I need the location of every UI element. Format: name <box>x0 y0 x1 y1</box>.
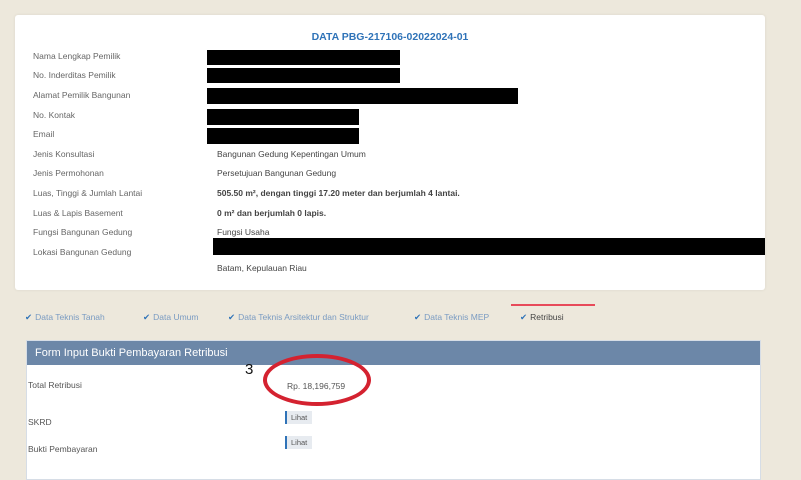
check-icon: ✔ <box>25 312 33 322</box>
value-application-type: Persetujuan Bangunan Gedung <box>217 168 337 178</box>
label-skrd: SKRD <box>28 417 52 427</box>
active-tab-indicator <box>511 304 595 306</box>
redaction-owner-address <box>207 88 518 104</box>
value-area-height-floors: 505.50 m², dengan tinggi 17.20 meter dan… <box>217 188 460 198</box>
tab-data-umum[interactable]: ✔ Data Umum <box>143 312 198 323</box>
check-icon: ✔ <box>143 312 151 322</box>
form-title: Form Input Bukti Pembayaran Retribusi <box>27 341 760 365</box>
tab-data-teknis-arsitektur[interactable]: ✔ Data Teknis Arsitektur dan Struktur <box>228 312 369 323</box>
check-icon: ✔ <box>520 312 528 322</box>
label-owner-name: Nama Lengkap Pemilik <box>33 51 121 61</box>
label-consultation-type: Jenis Konsultasi <box>33 149 95 159</box>
label-owner-address: Alamat Pemilik Bangunan <box>33 90 131 100</box>
label-application-type: Jenis Permohonan <box>33 168 104 178</box>
label-basement: Luas & Lapis Basement <box>33 208 123 218</box>
label-owner-id: No. Inderditas Pemilik <box>33 70 116 80</box>
tab-data-teknis-tanah[interactable]: ✔ Data Teknis Tanah <box>25 312 105 323</box>
value-consultation-type: Bangunan Gedung Kepentingan Umum <box>217 149 366 159</box>
view-skrd-button[interactable]: Lihat <box>285 411 313 424</box>
value-building-function: Fungsi Usaha <box>217 227 270 237</box>
annotation-circle <box>263 354 371 406</box>
redaction-contact <box>207 109 359 125</box>
redaction-location <box>213 238 765 255</box>
redaction-owner-id <box>207 68 400 83</box>
label-email: Email <box>33 129 55 139</box>
label-contact: No. Kontak <box>33 110 76 120</box>
owner-data-card: DATA PBG-217106-02022024-01 Nama Lengkap… <box>15 15 765 290</box>
redaction-owner-name <box>207 50 400 65</box>
value-location-tail: Batam, Kepulauan Riau <box>217 263 307 273</box>
tab-data-teknis-mep[interactable]: ✔ Data Teknis MEP <box>414 312 489 323</box>
tab-retribusi[interactable]: ✔ Retribusi <box>520 312 564 323</box>
label-total-retribusi: Total Retribusi <box>28 380 82 390</box>
value-basement: 0 m² dan berjumlah 0 lapis. <box>217 208 327 218</box>
label-bukti-pembayaran: Bukti Pembayaran <box>28 444 98 454</box>
view-payment-proof-button[interactable]: Lihat <box>285 436 313 449</box>
step-tabs: ✔ Data Teknis Tanah ✔ Data Umum ✔ Data Tekn… <box>15 304 765 334</box>
annotation-number: 3 <box>245 361 254 378</box>
redaction-email <box>207 128 359 144</box>
label-building-function: Fungsi Bangunan Gedung <box>33 227 133 237</box>
check-icon: ✔ <box>414 312 422 322</box>
label-area-height-floors: Luas, Tinggi & Jumlah Lantai <box>33 188 143 198</box>
payment-form-panel: Form Input Bukti Pembayaran Retribusi <box>26 340 761 480</box>
data-title: DATA PBG-217106-02022024-01 <box>311 31 469 43</box>
label-building-location: Lokasi Bangunan Gedung <box>33 247 132 257</box>
check-icon: ✔ <box>228 312 236 322</box>
